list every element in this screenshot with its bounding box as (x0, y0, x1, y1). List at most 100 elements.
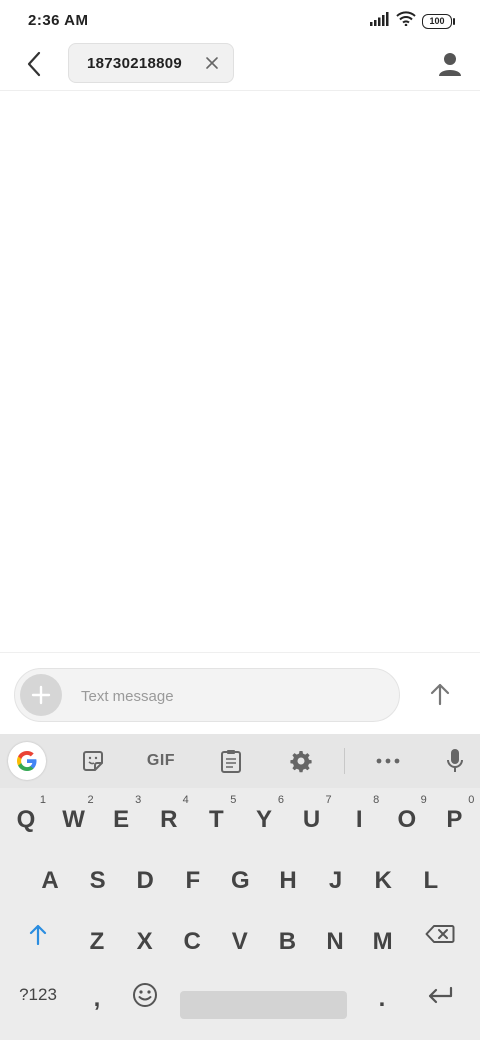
key-label: G (231, 867, 250, 894)
key-label: U (302, 806, 321, 833)
message-composer (0, 652, 480, 735)
backspace-key[interactable] (416, 905, 464, 963)
shift-key[interactable] (14, 905, 62, 963)
remove-recipient-button[interactable] (205, 56, 219, 70)
key-label: I (355, 806, 363, 833)
message-input[interactable] (79, 681, 383, 711)
key-hint: 8 (373, 794, 380, 806)
gif-label: GIF (146, 752, 176, 769)
key-l[interactable]: L (407, 852, 455, 910)
key-label: D (136, 867, 154, 894)
key-a[interactable]: A (26, 852, 74, 910)
key-label: R (160, 806, 178, 833)
status-icons: 100 (370, 11, 455, 31)
emoji-icon (133, 983, 157, 1007)
back-button[interactable] (20, 50, 48, 78)
key-m[interactable]: M (359, 913, 407, 971)
key-u[interactable]: 7U (288, 791, 336, 849)
key-hint: 9 (420, 794, 427, 806)
key-b[interactable]: B (263, 913, 311, 971)
app-bar: 18730218809 (0, 40, 480, 91)
key-s[interactable]: S (74, 852, 122, 910)
key-t[interactable]: 5T (192, 791, 240, 849)
back-arrow-icon (27, 51, 41, 77)
status-time: 2:36 AM (28, 12, 89, 29)
key-i[interactable]: 8I (335, 791, 383, 849)
plus-icon (31, 685, 51, 705)
comma-key[interactable]: , (73, 970, 121, 1028)
clipboard-icon (221, 750, 241, 773)
key-label: J (328, 867, 343, 894)
battery-icon: 100 (422, 13, 455, 29)
signal-icon (370, 11, 390, 31)
send-button[interactable] (426, 680, 454, 708)
space-key[interactable] (180, 991, 347, 1019)
more-horizontal-icon (376, 758, 400, 764)
symbols-key[interactable]: ?123 (8, 966, 68, 1024)
key-label: A (41, 867, 59, 894)
sticker-button[interactable] (76, 744, 110, 778)
google-search-button[interactable] (8, 742, 46, 780)
key-hint: 5 (230, 794, 237, 806)
key-v[interactable]: V (216, 913, 264, 971)
key-e[interactable]: 3E (97, 791, 145, 849)
key-d[interactable]: D (121, 852, 169, 910)
key-y[interactable]: 6Y (240, 791, 288, 849)
key-hint: 1 (39, 794, 46, 806)
more-options-button[interactable] (370, 744, 406, 778)
key-k[interactable]: K (359, 852, 407, 910)
settings-button[interactable] (284, 744, 318, 778)
key-f[interactable]: F (169, 852, 217, 910)
attach-button[interactable] (20, 674, 62, 716)
keyboard-keys: ?123 , . 1Q2W3E4R5T6Y7U8I9O0PASDFGHJKLZX… (0, 788, 480, 1040)
key-r[interactable]: 4R (145, 791, 193, 849)
contact-button[interactable] (436, 50, 464, 78)
key-label: L (423, 867, 439, 894)
period-key[interactable]: . (358, 970, 406, 1028)
conversation-area (0, 91, 480, 652)
key-z[interactable]: Z (73, 913, 121, 971)
key-label: T (209, 806, 224, 833)
key-q[interactable]: 1Q (2, 791, 50, 849)
arrow-up-icon (430, 683, 450, 706)
gear-icon (290, 751, 312, 773)
key-label: X (136, 928, 153, 955)
status-bar: 2:36 AM 100 (0, 0, 480, 40)
key-h[interactable]: H (264, 852, 312, 910)
enter-arrow-icon (428, 986, 453, 1004)
voice-input-button[interactable] (440, 744, 470, 778)
enter-key[interactable] (416, 966, 464, 1024)
key-o[interactable]: 9O (383, 791, 431, 849)
key-j[interactable]: J (312, 852, 360, 910)
key-label: M (372, 928, 393, 955)
key-g[interactable]: G (216, 852, 264, 910)
backspace-icon (425, 925, 455, 943)
key-label: V (231, 928, 248, 955)
key-label: Q (16, 806, 36, 833)
key-hint: 6 (277, 794, 284, 806)
key-label: N (326, 928, 344, 955)
key-label: Y (255, 806, 272, 833)
key-hint: 3 (135, 794, 142, 806)
key-label: O (397, 806, 417, 833)
wifi-icon (396, 11, 416, 31)
recipient-chip[interactable]: 18730218809 (68, 43, 234, 83)
sticker-icon (83, 751, 103, 771)
key-p[interactable]: 0P (430, 791, 478, 849)
key-label: K (374, 867, 392, 894)
person-icon (439, 53, 461, 76)
close-icon (206, 57, 218, 69)
key-hint: 2 (87, 794, 94, 806)
key-label: H (279, 867, 297, 894)
key-label: W (62, 806, 85, 833)
key-label: S (89, 867, 106, 894)
key-w[interactable]: 2W (50, 791, 98, 849)
emoji-key[interactable] (121, 966, 169, 1024)
gif-button[interactable]: GIF (140, 744, 182, 778)
clipboard-button[interactable] (214, 744, 248, 778)
key-x[interactable]: X (121, 913, 169, 971)
key-n[interactable]: N (311, 913, 359, 971)
key-hint: 7 (325, 794, 332, 806)
key-c[interactable]: C (168, 913, 216, 971)
message-input-container (14, 668, 400, 722)
